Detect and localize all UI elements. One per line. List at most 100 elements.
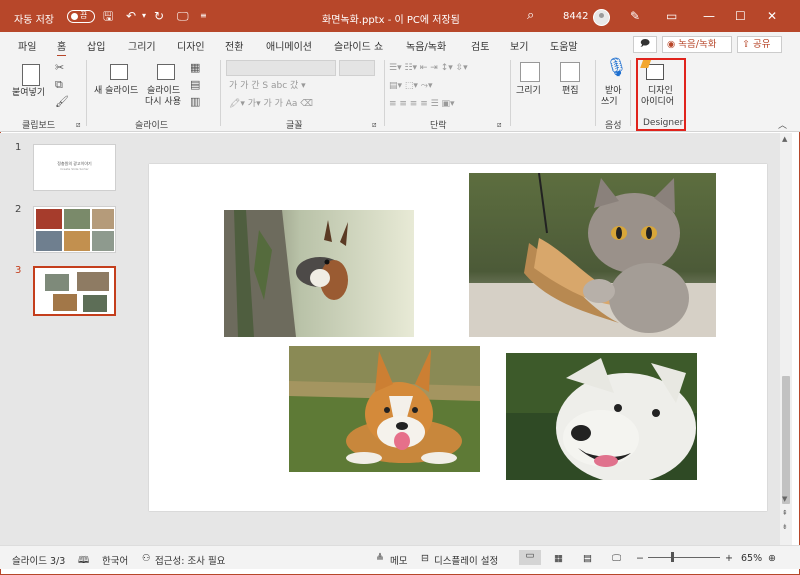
copy-icon[interactable]: ⧉ bbox=[55, 79, 63, 91]
reset-icon[interactable]: ▤ bbox=[190, 79, 200, 91]
language[interactable]: 한국어 bbox=[102, 553, 128, 567]
align-icons[interactable]: ≡ ≡ ≡ ≡ ☰ ▣▾ bbox=[389, 98, 455, 110]
comment-button[interactable]: 🗩 bbox=[633, 36, 657, 53]
maximize-icon[interactable]: ☐ bbox=[735, 9, 746, 23]
direction-icons[interactable]: ▤▾ ⬚▾ ⤳▾ bbox=[389, 80, 432, 92]
squirrel-photo[interactable] bbox=[224, 210, 414, 337]
cut-icon[interactable]: ✂ bbox=[55, 62, 64, 74]
reuse-slides-label-2[interactable]: 다시 사용 bbox=[145, 97, 181, 108]
scrollbar-thumb[interactable] bbox=[782, 376, 790, 504]
zoom-in-icon[interactable]: + bbox=[725, 553, 733, 564]
thumbnail-photo bbox=[92, 231, 114, 251]
new-slide-icon[interactable] bbox=[110, 64, 128, 80]
thumbnail-photo bbox=[64, 231, 90, 251]
slide-sorter-icon[interactable]: ▦ bbox=[554, 553, 563, 564]
vertical-scrollbar[interactable]: ▲ ▼ ⇞ ⇟ bbox=[780, 133, 792, 545]
tab-home[interactable]: 홈 bbox=[57, 38, 67, 57]
tab-design[interactable]: 디자인 bbox=[177, 38, 205, 53]
record-button[interactable]: ◉ 녹음/녹화 bbox=[662, 36, 732, 53]
zoom-slider[interactable] bbox=[648, 557, 720, 558]
share-button[interactable]: ⇪ 공유 bbox=[737, 36, 782, 53]
fit-slide-icon[interactable]: ⊕ bbox=[768, 553, 776, 564]
autosave-toggle[interactable]: 끔 bbox=[67, 10, 95, 23]
scroll-down-icon[interactable]: ▼ bbox=[782, 495, 787, 503]
slide-thumbnail-3[interactable] bbox=[33, 266, 116, 316]
slide-thumbnail-2[interactable] bbox=[33, 206, 116, 253]
search-icon[interactable]: ⌕ bbox=[527, 8, 534, 23]
collapse-ribbon-icon[interactable]: ︿ bbox=[778, 118, 787, 131]
save-icon[interactable]: 🖫 bbox=[103, 9, 113, 23]
find-icon[interactable] bbox=[560, 62, 580, 82]
spellcheck-icon[interactable]: 🕮 bbox=[78, 553, 89, 569]
list-icons[interactable]: ☰▾ ☷▾ ⇤ ⇥ ↕▾ ⇳▾ bbox=[389, 62, 468, 74]
section-icon[interactable]: ▥ bbox=[190, 96, 200, 108]
tab-insert[interactable]: 삽입 bbox=[87, 38, 105, 53]
undo-dropdown-icon[interactable]: ▾ bbox=[142, 9, 146, 23]
scroll-up-icon[interactable]: ▲ bbox=[782, 135, 787, 143]
minimize-icon[interactable]: — bbox=[703, 9, 715, 23]
font-launcher-icon[interactable]: ⧄ bbox=[372, 119, 376, 131]
prev-slide-icon[interactable]: ⇞ bbox=[782, 509, 788, 517]
tab-draw[interactable]: 그리기 bbox=[128, 38, 156, 53]
tab-help[interactable]: 도움말 bbox=[550, 38, 578, 53]
thumbnail-pane bbox=[0, 133, 137, 545]
normal-view-icon[interactable]: ▭ bbox=[519, 550, 541, 565]
drawing-shapes-icon[interactable] bbox=[520, 62, 540, 82]
zoom-level[interactable]: 65% bbox=[741, 553, 762, 564]
format-painter-icon[interactable]: 🖌 bbox=[55, 96, 69, 108]
microphone-icon[interactable]: 🎙 bbox=[605, 59, 628, 77]
layout-icon[interactable]: ▦ bbox=[190, 62, 200, 74]
tab-record[interactable]: 녹음/녹화 bbox=[406, 38, 446, 53]
dictate-label-1[interactable]: 받아 bbox=[605, 86, 622, 97]
tab-view[interactable]: 보기 bbox=[510, 38, 528, 53]
notes-icon[interactable]: ≜ bbox=[376, 553, 384, 564]
notes-button[interactable]: 메모 bbox=[390, 553, 407, 567]
edit-label[interactable]: 편집 bbox=[562, 86, 579, 97]
thumbnail-photo bbox=[53, 294, 77, 311]
close-icon[interactable]: ✕ bbox=[767, 9, 777, 23]
paste-icon[interactable] bbox=[22, 64, 40, 86]
zoom-slider-knob[interactable] bbox=[671, 552, 674, 562]
group-paragraph-label: 단락 bbox=[430, 121, 447, 131]
present-icon[interactable]: 🖵 bbox=[177, 9, 189, 23]
font-size-dropdown[interactable] bbox=[339, 60, 375, 76]
accessibility-icon[interactable]: ⚇ bbox=[142, 553, 151, 564]
display-settings-icon[interactable]: ⊟ bbox=[421, 553, 429, 564]
reuse-slides-icon[interactable] bbox=[157, 64, 175, 80]
reading-view-icon[interactable]: ▤ bbox=[583, 553, 592, 564]
document-title[interactable]: 화면녹화.pptx - 이 PC에 저장됨 bbox=[322, 11, 460, 26]
pen-icon[interactable]: ✎ bbox=[630, 9, 640, 23]
undo-icon[interactable]: ↶ bbox=[126, 9, 136, 23]
paste-label[interactable]: 붙여넣기 bbox=[12, 88, 45, 99]
font-color-icons[interactable]: 🖍▾ 가▾ 가 가 Aa ⌫ bbox=[229, 98, 313, 110]
draw-label[interactable]: 그리기 bbox=[516, 86, 541, 97]
clipboard-launcher-icon[interactable]: ⧄ bbox=[76, 119, 80, 131]
cat-photo[interactable] bbox=[469, 173, 716, 337]
reuse-slides-label-1[interactable]: 슬라이드 bbox=[147, 86, 180, 97]
tab-slideshow[interactable]: 슬라이드 쇼 bbox=[334, 38, 383, 53]
white-dog-photo[interactable] bbox=[506, 353, 697, 480]
group-font-label: 글꼴 bbox=[286, 121, 303, 131]
current-slide[interactable] bbox=[149, 164, 767, 511]
tab-review[interactable]: 검토 bbox=[471, 38, 489, 53]
display-settings-button[interactable]: 디스플레이 설정 bbox=[434, 553, 498, 567]
slideshow-icon[interactable]: 🖵 bbox=[612, 553, 621, 564]
slide-thumbnail-1[interactable]: 정충원의 광고이야기 Create Slide Sorter bbox=[33, 144, 116, 191]
redo-icon[interactable]: ↻ bbox=[154, 9, 164, 23]
new-slide-label[interactable]: 새 슬라이드 bbox=[94, 86, 138, 97]
avatar[interactable] bbox=[593, 9, 610, 26]
dictate-label-2[interactable]: 쓰기 bbox=[601, 97, 618, 108]
next-slide-icon[interactable]: ⇟ bbox=[782, 523, 788, 531]
customize-toolbar-icon[interactable]: ≡ bbox=[200, 9, 207, 23]
font-format-icons[interactable]: 가 가 간 S abc 갔 ▾ bbox=[229, 80, 306, 92]
tab-file[interactable]: 파일 bbox=[18, 38, 36, 53]
accessibility-status[interactable]: 접근성: 조사 필요 bbox=[155, 553, 225, 567]
autosave-label: 자동 저장 bbox=[14, 15, 54, 26]
font-name-dropdown[interactable] bbox=[226, 60, 336, 76]
ribbon-display-icon[interactable]: ▭ bbox=[666, 9, 677, 23]
tab-animations[interactable]: 애니메이션 bbox=[266, 38, 312, 53]
tab-transitions[interactable]: 전환 bbox=[225, 38, 243, 53]
paragraph-launcher-icon[interactable]: ⧄ bbox=[497, 119, 501, 131]
zoom-out-icon[interactable]: − bbox=[636, 553, 644, 564]
corgi-photo[interactable] bbox=[289, 346, 480, 472]
